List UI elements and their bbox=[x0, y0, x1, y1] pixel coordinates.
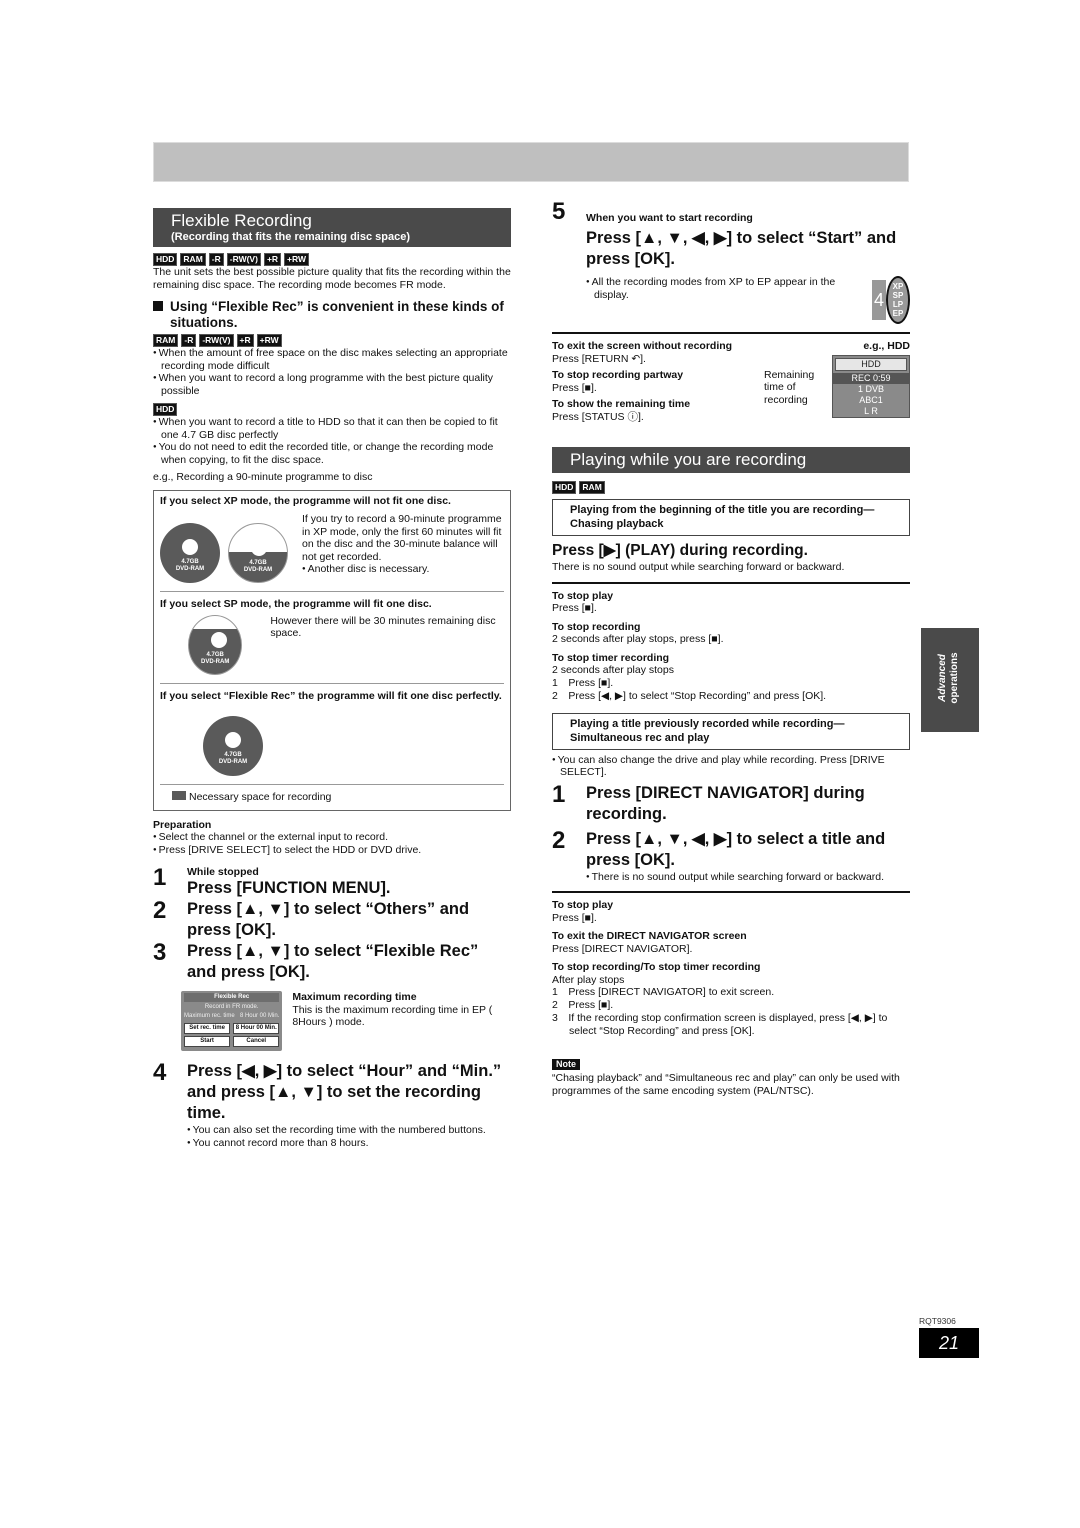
remaining-label: Remaining time of recording bbox=[764, 368, 815, 406]
step-1: 1 While stopped Press [FUNCTION MENU]. bbox=[153, 864, 391, 898]
step-4: 4 Press [◀, ▶] to select “Hour” and “Min… bbox=[153, 1061, 511, 1149]
bullet: You can also set the recording time with… bbox=[187, 1124, 511, 1137]
bullet: You do not need to edit the recorded tit… bbox=[153, 441, 511, 466]
osd-example: Flexible Rec Record in FR mode. Maximum … bbox=[181, 991, 511, 1051]
square-bullet-icon bbox=[153, 301, 163, 311]
section-subtitle: (Recording that fits the remaining disc … bbox=[171, 231, 410, 243]
set-rec-time-field[interactable]: Set rec. time bbox=[184, 1023, 231, 1034]
badge-r: -R bbox=[181, 334, 197, 347]
divider bbox=[552, 891, 910, 893]
max-time-text: This is the maximum recording time in EP… bbox=[292, 1003, 493, 1029]
bullet: When the amount of free space on the dis… bbox=[153, 347, 511, 372]
set-rec-time-value[interactable]: 8 Hour 00 Min. bbox=[233, 1023, 280, 1034]
badge-ram: RAM bbox=[153, 334, 179, 347]
badge-r: -R bbox=[208, 253, 224, 266]
chasing-note: There is no sound output while searching… bbox=[552, 561, 845, 573]
step-3: 3 Press [▲, ▼] to select “Flexible Rec” … bbox=[153, 939, 479, 982]
badge-rwv: -RW(V) bbox=[199, 334, 234, 347]
badge-hdd: HDD bbox=[153, 403, 178, 416]
section-header-flexible-recording: Flexible Recording (Recording that fits … bbox=[153, 208, 511, 247]
timer-stop-steps: 1 Press [■]. 2 Press [◀, ▶] to select “S… bbox=[552, 676, 827, 702]
fr-title: If you select “Flexible Rec” the program… bbox=[160, 689, 502, 702]
eg-label: e.g., HDD bbox=[863, 340, 910, 352]
divider bbox=[160, 784, 504, 785]
cancel-button[interactable]: Cancel bbox=[233, 1036, 280, 1047]
bullet: Select the channel or the external input… bbox=[153, 831, 511, 844]
page-header-bar bbox=[153, 142, 909, 182]
xp-title: If you select XP mode, the programme wil… bbox=[160, 494, 451, 507]
bullet: Press [DRIVE SELECT] to select the HDD o… bbox=[153, 844, 511, 857]
legend: Necessary space for recording bbox=[160, 791, 504, 804]
bullet: Another disc is necessary. bbox=[302, 563, 504, 576]
intro-text: The unit sets the best possible picture … bbox=[153, 266, 511, 291]
disc-full-icon: 4.7GB DVD-RAM bbox=[160, 523, 220, 583]
recording-tips: To exit the screen without recording Pre… bbox=[552, 340, 910, 423]
simultaneous-box: Playing a title previously recorded whil… bbox=[552, 712, 910, 750]
disc-mostly-full-icon: 4.7GB DVD-RAM bbox=[188, 614, 243, 675]
badge-plus-r: +R bbox=[263, 253, 282, 266]
disc-badges-dvd: RAM -R -RW(V) +R +RW bbox=[153, 334, 511, 347]
sp-title: If you select SP mode, the programme wil… bbox=[160, 598, 432, 610]
divider bbox=[552, 581, 910, 584]
divider bbox=[552, 332, 910, 334]
bullet: There is no sound output while searching… bbox=[586, 871, 910, 884]
section-header-playing-while-recording: Playing while you are recording bbox=[552, 447, 910, 473]
side-tab-advanced-operations: Advanced operations bbox=[921, 628, 979, 732]
badge-ram: RAM bbox=[579, 481, 605, 494]
bullet: You can also change the drive and play w… bbox=[552, 754, 910, 779]
left-column: Flexible Recording (Recording that fits … bbox=[153, 208, 511, 1149]
note-badge: Note bbox=[552, 1059, 580, 1070]
document-code: RQT9306 bbox=[919, 1316, 956, 1326]
divider bbox=[160, 591, 504, 592]
flexible-rec-osd: Flexible Rec Record in FR mode. Maximum … bbox=[181, 991, 283, 1051]
mode-display-icon: 4 XP SP LP EP bbox=[872, 276, 910, 324]
right-column: 5 When you want to start recording Press… bbox=[552, 200, 910, 1097]
chasing-step: Press [▶] (PLAY) during recording. bbox=[552, 542, 808, 559]
bullet: All the recording modes from XP to EP ap… bbox=[586, 276, 862, 324]
disc-comparison-box: If you select XP mode, the programme wil… bbox=[153, 489, 511, 811]
legend-swatch-icon bbox=[172, 791, 186, 800]
simul-step-2: 2 Press [▲, ▼, ◀, ▶] to select a title a… bbox=[552, 828, 910, 884]
disc-badges-hdd: HDD bbox=[153, 403, 511, 416]
bullet: When you want to record a long programme… bbox=[153, 372, 511, 397]
disc-badges: HDD RAM -R -RW(V) +R +RW bbox=[153, 253, 511, 266]
hdd-status-display: HDD REC 0:59 1 DVB ABC1 L R bbox=[832, 354, 910, 418]
bullet: When you want to record a title to HDD s… bbox=[153, 416, 511, 441]
example-text: e.g., Recording a 90-minute programme to… bbox=[153, 471, 373, 483]
stop-recording-steps: 1 Press [DIRECT NAVIGATOR] to exit scree… bbox=[552, 986, 888, 1037]
step-5: 5 When you want to start recording Press… bbox=[552, 200, 910, 324]
badge-ram: RAM bbox=[180, 253, 206, 266]
step-2: 2 Press [▲, ▼] to select “Others” and pr… bbox=[153, 897, 470, 940]
sp-text: However there will be 30 minutes remaini… bbox=[270, 614, 496, 640]
preparation-title: Preparation bbox=[153, 818, 212, 831]
chasing-playback-box: Playing from the beginning of the title … bbox=[552, 499, 910, 536]
start-button[interactable]: Start bbox=[184, 1036, 231, 1047]
badge-rwv: -RW(V) bbox=[226, 253, 261, 266]
badge-hdd: HDD bbox=[552, 481, 577, 494]
max-time-title: Maximum recording time bbox=[292, 991, 417, 1003]
badge-hdd: HDD bbox=[153, 253, 178, 266]
section-title: Playing while you are recording bbox=[570, 450, 807, 469]
disc-full-icon: 4.7GB DVD-RAM bbox=[203, 716, 263, 776]
disc-half-icon: 4.7GB DVD-RAM bbox=[228, 523, 288, 583]
badge-plus-rw: +RW bbox=[284, 253, 310, 266]
badge-plus-r: +R bbox=[236, 334, 254, 347]
convenient-heading: Using “Flexible Rec” is convenient in th… bbox=[153, 299, 511, 331]
badge-plus-rw: +RW bbox=[256, 334, 282, 347]
bullet: You cannot record more than 8 hours. bbox=[187, 1137, 511, 1150]
section-title: Flexible Recording bbox=[171, 211, 312, 230]
note-section: Note “Chasing playback” and “Simultaneou… bbox=[552, 1054, 910, 1097]
divider bbox=[160, 682, 504, 684]
xp-text: If you try to record a 90-minute program… bbox=[302, 513, 502, 563]
note-text: “Chasing playback” and “Simultaneous rec… bbox=[552, 1072, 900, 1097]
page-number: 21 bbox=[919, 1328, 979, 1358]
disc-badges: HDD RAM bbox=[552, 481, 910, 494]
simul-step-1: 1 Press [DIRECT NAVIGATOR] during record… bbox=[552, 780, 865, 823]
